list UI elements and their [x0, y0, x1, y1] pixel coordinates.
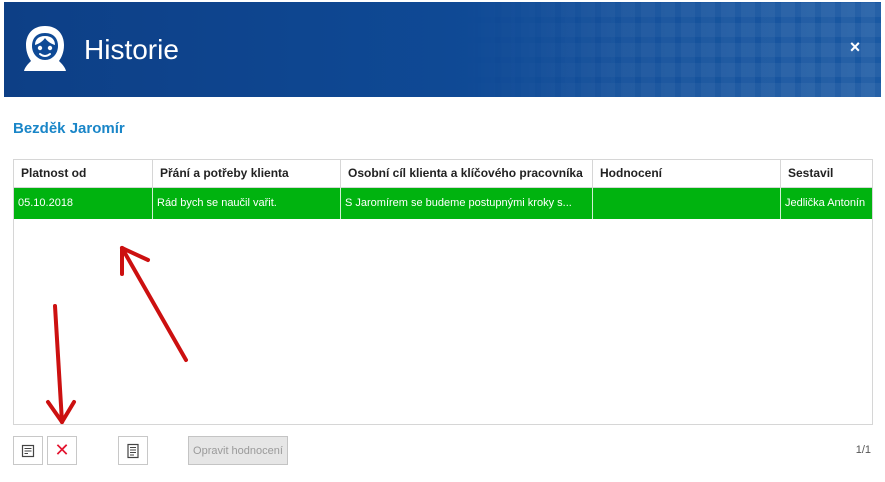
- delete-button[interactable]: ✕: [47, 436, 77, 465]
- edit-document-icon: [21, 444, 35, 457]
- detail-button[interactable]: [118, 436, 148, 465]
- document-icon: [127, 443, 139, 458]
- column-header-platnost[interactable]: Platnost od: [14, 160, 153, 187]
- close-icon[interactable]: ×: [847, 38, 863, 56]
- fix-rating-button[interactable]: Opravit hodnocení: [188, 436, 288, 465]
- edit-button[interactable]: [13, 436, 43, 465]
- cell-platnost-od: 05.10.2018: [14, 188, 153, 219]
- person-face-icon: [24, 26, 66, 71]
- history-table: Platnost od Přání a potřeby klienta Osob…: [13, 159, 873, 425]
- column-header-sestavil[interactable]: Sestavil: [781, 160, 872, 187]
- page-indicator: 1/1: [855, 444, 871, 456]
- window-header: Historie ×: [4, 2, 881, 97]
- client-name: Bezděk Jaromír: [13, 120, 125, 137]
- delete-x-icon: ✕: [54, 440, 70, 460]
- header-pattern: [461, 2, 881, 97]
- cell-sestavil: Jedlička Antonín: [785, 197, 866, 209]
- cell-hodnoceni: [593, 188, 781, 219]
- cell-prani: Rád bych se naučil vařit.: [153, 188, 341, 219]
- cell-osobni-cil: S Jaromírem se budeme postupnými kroky s…: [341, 188, 593, 219]
- column-header-hodnoceni[interactable]: Hodnocení: [593, 160, 781, 187]
- column-header-prani[interactable]: Přání a potřeby klienta: [153, 160, 341, 187]
- window-title: Historie: [84, 34, 179, 65]
- column-header-osobni-cil[interactable]: Osobní cíl klienta a klíčového pracovník…: [341, 160, 593, 187]
- table-row[interactable]: 05.10.2018 Rád bych se naučil vařit. S J…: [14, 188, 872, 219]
- table-header: Platnost od Přání a potřeby klienta Osob…: [14, 160, 872, 188]
